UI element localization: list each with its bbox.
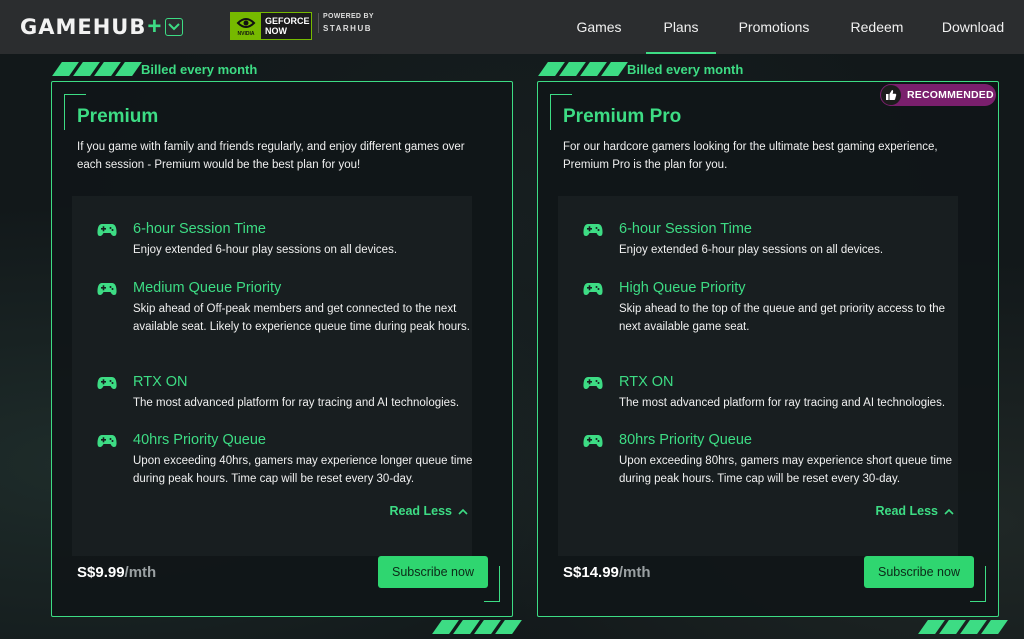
chevron-down-icon[interactable]	[165, 18, 184, 36]
feature-title: 40hrs Priority Queue	[133, 432, 266, 448]
gamepad-icon	[583, 435, 603, 447]
gamepad-icon	[583, 377, 603, 389]
recommended-badge: RECOMMENDED	[880, 84, 996, 106]
chevron-up-icon	[458, 508, 468, 515]
recommended-label: RECOMMENDED	[907, 89, 994, 101]
price-amount: S$9.99	[77, 564, 125, 581]
subscribe-button[interactable]: Subscribe now	[864, 556, 974, 588]
subscribe-button[interactable]: Subscribe now	[378, 556, 488, 588]
main-nav: Games Plans Promotions Redeem Download	[558, 0, 1024, 54]
logo-plus: +	[147, 13, 162, 40]
price-amount: S$14.99	[563, 564, 619, 581]
read-less-toggle[interactable]: Read Less	[389, 504, 468, 518]
feature-description: Upon exceeding 40hrs, gamers may experie…	[133, 455, 473, 485]
feature-title: RTX ON	[133, 374, 188, 390]
decor-stripes-top	[52, 62, 142, 76]
feature-description: The most advanced platform for ray traci…	[619, 397, 946, 409]
decor-stripes-top	[538, 62, 628, 76]
read-less-label: Read Less	[875, 504, 938, 518]
nav-download[interactable]: Download	[928, 0, 1018, 54]
chevron-up-icon	[944, 508, 954, 515]
feature-title: 6-hour Session Time	[133, 221, 266, 237]
nav-promotions[interactable]: Promotions	[720, 0, 828, 54]
geforce-now-label: GEFORCE NOW	[265, 16, 310, 36]
billing-label: Billed every month	[141, 62, 258, 77]
plan-card-body: RECOMMENDED Premium Pro For our hardcore…	[537, 81, 999, 617]
gamepad-icon	[583, 224, 603, 236]
gamepad-icon	[97, 435, 117, 447]
feature-description: Skip ahead of Off-peak members and get c…	[133, 303, 470, 333]
top-nav-bar: GAMEHUB + NVIDIA GEFORCE NOW POWERED BY …	[0, 0, 1024, 54]
feature-list: 6-hour Session Time Enjoy extended 6-hou…	[72, 196, 472, 556]
nvidia-label: NVIDIA	[237, 30, 255, 37]
billing-label: Billed every month	[627, 62, 744, 77]
plan-card-premium-pro: Billed every month RECOMMENDED Premium P…	[537, 54, 1008, 639]
gamepad-icon	[97, 224, 117, 236]
price-unit: /mth	[618, 564, 651, 581]
gamehub-logo[interactable]: GAMEHUB +	[20, 13, 184, 40]
gamepad-icon	[583, 283, 603, 295]
plan-price: S$9.99/mth	[77, 564, 156, 581]
nvidia-eye-icon: NVIDIA	[231, 13, 261, 39]
read-less-label: Read Less	[389, 504, 452, 518]
feature-title: RTX ON	[619, 374, 674, 390]
feature-list: 6-hour Session Time Enjoy extended 6-hou…	[558, 196, 958, 556]
feature-description: Enjoy extended 6-hour play sessions on a…	[619, 244, 884, 256]
nav-plans[interactable]: Plans	[646, 0, 716, 54]
feature-title: High Queue Priority	[619, 280, 746, 296]
nav-games[interactable]: Games	[558, 0, 640, 54]
plan-description: If you game with family and friends regu…	[77, 141, 465, 171]
feature-description: Skip ahead to the top of the queue and g…	[619, 303, 946, 333]
decor-stripes-bottom	[432, 620, 522, 634]
geforce-now-logo: NVIDIA GEFORCE NOW	[230, 12, 312, 40]
plan-price: S$14.99/mth	[563, 564, 651, 581]
powered-by-label: POWERED BY	[323, 13, 374, 20]
nav-redeem[interactable]: Redeem	[834, 0, 920, 54]
read-less-toggle[interactable]: Read Less	[875, 504, 954, 518]
plan-title: Premium	[77, 106, 159, 127]
gamepad-icon	[97, 283, 117, 295]
gamepad-icon	[97, 377, 117, 389]
feature-title: 80hrs Priority Queue	[619, 432, 752, 448]
logo-text: GAMEHUB	[20, 15, 147, 39]
thumbs-up-icon	[881, 85, 901, 105]
plan-card-premium: Billed every month Premium If you game w…	[51, 54, 522, 639]
feature-description: Upon exceeding 80hrs, gamers may experie…	[619, 455, 953, 485]
plan-title: Premium Pro	[563, 106, 682, 127]
starhub-label: STARHUB	[323, 24, 373, 33]
decor-stripes-bottom	[918, 620, 1008, 634]
powered-by-starhub: POWERED BY STARHUB	[318, 13, 378, 33]
feature-description: Enjoy extended 6-hour play sessions on a…	[133, 244, 398, 256]
feature-title: Medium Queue Priority	[133, 280, 282, 296]
price-unit: /mth	[124, 564, 157, 581]
feature-title: 6-hour Session Time	[619, 221, 752, 237]
plan-description: For our hardcore gamers looking for the …	[563, 141, 938, 171]
feature-description: The most advanced platform for ray traci…	[133, 397, 460, 409]
plan-card-body: Premium If you game with family and frie…	[51, 81, 513, 617]
